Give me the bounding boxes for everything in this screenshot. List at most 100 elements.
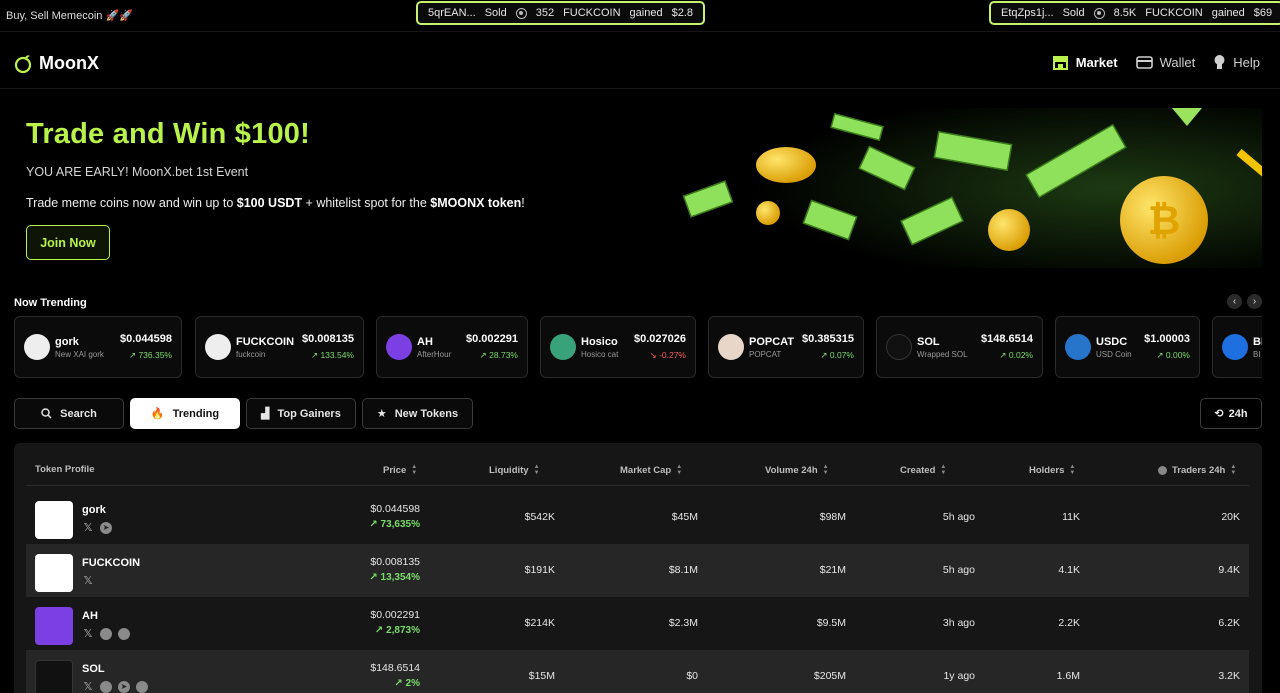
col-label: Market Cap [620,464,672,476]
price-value: $0.002291 [370,609,420,621]
price-value: $0.008135 [370,556,420,568]
trending-carousel-controls: ‹ › [1227,294,1262,309]
discord-icon[interactable] [118,628,130,640]
history-icon: ⟲ [1214,408,1224,420]
col-label: Price [383,464,407,476]
token-subtitle: BI [1253,350,1261,359]
eye-icon [1093,7,1105,19]
table-row[interactable]: AH 𝕏 $0.002291 ↗ 2,873% $214K $2.3M $9.5M… [26,597,1249,650]
token-change: ↗ 133.54% [310,350,354,360]
volume-cell: $205M [813,670,846,682]
col-liquidity[interactable]: Liquidity ▲ ▼ [489,464,540,476]
trending-card[interactable]: AH AfterHour $0.002291 ↗ 28.73% [376,316,528,378]
col-created[interactable]: Created ▲ ▼ [900,464,946,476]
search-button[interactable]: Search [14,398,124,429]
price-value: $148.6514 [370,662,420,674]
logo[interactable]: MoonX [13,53,99,74]
token-table: Token Profile Price ▲ ▼ Liquidity ▲ ▼ Market… [14,443,1262,693]
change-value: 0.00% [1165,350,1190,360]
liquidity-cell: $15M [528,670,555,682]
traders-cell: 6.2K [1218,617,1240,629]
trending-card[interactable]: gork New XAI gork $0.044598 ↗ 736.35% [14,316,182,378]
token-name: AH [82,610,98,622]
now-trending-title: Now Trending [14,297,87,309]
x-icon[interactable]: 𝕏 [82,628,94,640]
social-links: 𝕏 ➤ [82,522,112,534]
trader-address: 5qrEAN... [428,7,476,19]
x-icon[interactable]: 𝕏 [82,575,94,587]
change-value: 2,873% [386,625,420,636]
token-avatar [1065,334,1091,360]
telegram-icon[interactable]: ➤ [100,522,112,534]
trending-card[interactable]: BI BI [1212,316,1262,378]
holders-cell: 11K [1062,511,1080,523]
discord-icon[interactable] [136,681,148,693]
trade-ticker-item[interactable]: EtqZps1j... Sold 8.5K FUCKCOIN gained $6… [989,1,1280,25]
trade-token: FUCKCOIN [563,7,621,19]
tab-label: New Tokens [394,407,459,420]
holders-cell: 2.2K [1058,617,1080,629]
change-value: 0.02% [1008,350,1033,360]
x-icon[interactable]: 𝕏 [82,522,94,534]
trending-card[interactable]: SOL Wrapped SOL $148.6514 ↗ 0.02% [876,316,1043,378]
col-volume[interactable]: Volume 24h ▲ ▼ [765,464,829,476]
table-row[interactable]: SOL 𝕏 ➤ $148.6514 ↗ 2% $15M $0 $205M 1y ag… [26,650,1249,693]
x-icon[interactable]: 𝕏 [82,681,94,693]
change-value: 133.54% [320,350,354,360]
chevron-left-icon[interactable]: ‹ [1227,294,1242,309]
token-name: Hosico [581,336,618,348]
col-holders[interactable]: Holders ▲ ▼ [1029,464,1075,476]
holders-cell: 4.1K [1058,564,1080,576]
telegram-icon[interactable]: ➤ [118,681,130,693]
volume-cell: $98M [819,511,846,523]
market-cap-cell: $8.1M [668,564,698,576]
join-now-button[interactable]: Join Now [26,225,110,260]
trending-card[interactable]: FUCKCOIN fuckcoin $0.008135 ↗ 133.54% [195,316,364,378]
tab-trending[interactable]: 🔥 Trending [130,398,240,429]
trade-verb: gained [629,7,663,19]
traders-cell: 3.2K [1218,670,1240,682]
trade-verb: gained [1211,7,1245,19]
price-cell: $0.008135 ↗ 13,354% [369,556,420,583]
col-label: Traders 24h [1172,464,1226,476]
change-value: 0.07% [829,350,854,360]
star-icon: ★ [376,408,387,420]
col-traders[interactable]: Traders 24h ▲ ▼ [1158,464,1236,476]
market-cap-cell: $45M [671,511,698,523]
token-avatar [35,554,73,592]
search-icon [41,408,52,419]
wallet-icon [1135,56,1153,69]
trending-card[interactable]: POPCAT POPCAT $0.385315 ↗ 0.07% [708,316,864,378]
info-icon [1158,465,1167,475]
time-range-selector[interactable]: ⟲ 24h [1200,398,1262,429]
trending-card[interactable]: Hosico Hosico cat $0.027026 ↘ -0.27% [540,316,696,378]
tab-new-tokens[interactable]: ★ New Tokens [361,398,474,429]
col-label: Holders [1029,464,1065,476]
globe-icon[interactable] [100,628,112,640]
market-cap-cell: $2.3M [668,617,698,629]
trade-ticker-item[interactable]: 5qrEAN... Sold 352 FUCKCOIN gained $2.8 [416,1,705,25]
globe-icon[interactable] [100,681,112,693]
trending-card[interactable]: USDC USD Coin $1.00003 ↗ 0.00% [1055,316,1200,378]
col-market-cap[interactable]: Market Cap ▲ ▼ [620,464,682,476]
nav-market[interactable]: Market [1052,54,1118,71]
trade-value: $69 [1253,7,1273,19]
token-avatar [718,334,744,360]
volume-cell: $21M [819,564,846,576]
token-name: gork [55,336,79,348]
range-label: 24h [1228,407,1248,420]
nav-help[interactable]: Help [1213,54,1260,71]
chevron-right-icon[interactable]: › [1247,294,1262,309]
tab-top-gainers[interactable]: ▟ Top Gainers [246,398,356,429]
col-price[interactable]: Price ▲ ▼ [383,464,417,476]
table-row[interactable]: FUCKCOIN 𝕏 $0.008135 ↗ 13,354% $191K $8.1… [26,544,1249,597]
change-value: 13,354% [380,572,420,583]
nav-label: Wallet [1159,55,1196,70]
table-row[interactable]: gork 𝕏 ➤ $0.044598 ↗ 73,635% $542K $45M $9… [26,491,1249,544]
sort-icon: ▲ ▼ [533,464,540,476]
nav-wallet[interactable]: Wallet [1135,54,1196,71]
ticker-bar: Buy, Sell Memecoin 🚀🚀 5qrEAN... Sold 352… [0,0,1280,32]
sort-icon: ▲ ▼ [411,464,418,476]
trade-value: $2.8 [671,7,693,19]
desc-highlight: $100 USDT [236,196,303,210]
